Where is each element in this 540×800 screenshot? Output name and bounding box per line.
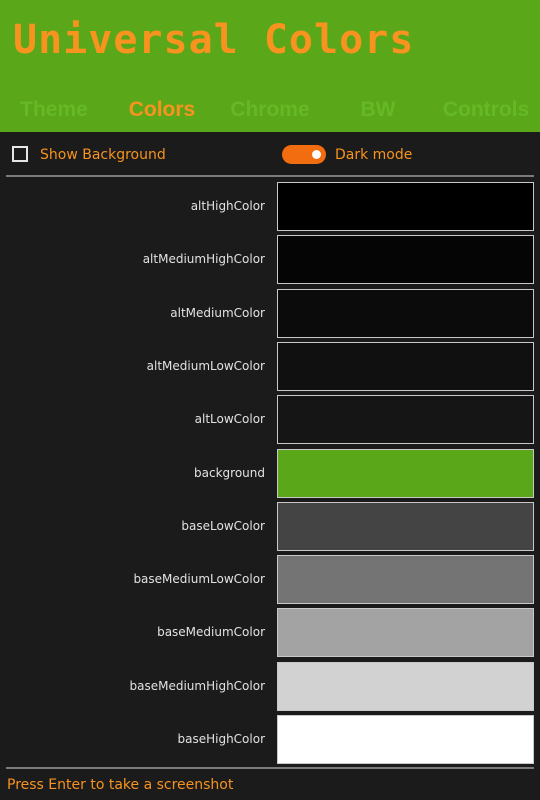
- dark-mode-label[interactable]: Dark mode: [335, 144, 412, 166]
- color-row: baseMediumColor: [0, 608, 540, 657]
- color-name-label: baseMediumHighColor: [129, 679, 266, 693]
- tab-colors[interactable]: Colors: [112, 94, 212, 126]
- color-swatch[interactable]: [277, 235, 534, 284]
- color-row: baseHighColor: [0, 715, 540, 764]
- color-row: altLowColor: [0, 395, 540, 444]
- tab-controls[interactable]: Controls: [436, 94, 536, 126]
- dark-mode-toggle[interactable]: [282, 145, 326, 164]
- color-row: altMediumHighColor: [0, 235, 540, 284]
- color-name-label: background: [194, 466, 265, 480]
- color-swatch[interactable]: [277, 608, 534, 657]
- color-row: baseMediumHighColor: [0, 662, 540, 711]
- color-row: altHighColor: [0, 182, 540, 231]
- show-background-checkbox[interactable]: [12, 146, 28, 162]
- color-name-label: baseMediumColor: [157, 625, 265, 639]
- color-name-label: altHighColor: [190, 199, 265, 213]
- app-header: Universal Colors Theme Colors Chrome BW …: [0, 0, 540, 132]
- color-swatch[interactable]: [277, 449, 534, 498]
- color-name-label: baseMediumLowColor: [133, 572, 265, 586]
- color-row: background: [0, 449, 540, 498]
- color-name-label: altMediumHighColor: [142, 252, 265, 266]
- color-row: baseMediumLowColor: [0, 555, 540, 604]
- tab-bw[interactable]: BW: [328, 94, 428, 126]
- tab-bar: Theme Colors Chrome BW Controls: [0, 94, 540, 126]
- color-name-label: baseLowColor: [181, 519, 265, 533]
- toggle-knob: [312, 150, 321, 159]
- color-name-label: baseHighColor: [177, 732, 265, 746]
- color-swatch[interactable]: [277, 182, 534, 231]
- color-row: baseLowColor: [0, 502, 540, 551]
- tab-theme[interactable]: Theme: [4, 94, 104, 126]
- color-swatch[interactable]: [277, 555, 534, 604]
- color-swatch[interactable]: [277, 395, 534, 444]
- color-swatch[interactable]: [277, 662, 534, 711]
- color-row: altMediumColor: [0, 289, 540, 338]
- color-swatch[interactable]: [277, 715, 534, 764]
- show-background-label[interactable]: Show Background: [40, 144, 166, 166]
- bottom-divider: [6, 767, 534, 769]
- top-divider: [6, 175, 534, 177]
- color-name-label: altLowColor: [194, 412, 265, 426]
- color-name-label: altMediumColor: [170, 306, 265, 320]
- color-row: altMediumLowColor: [0, 342, 540, 391]
- status-text: Press Enter to take a screenshot: [7, 777, 234, 793]
- color-name-label: altMediumLowColor: [146, 359, 265, 373]
- color-swatch[interactable]: [277, 289, 534, 338]
- color-swatch[interactable]: [277, 502, 534, 551]
- tab-chrome[interactable]: Chrome: [220, 94, 320, 126]
- color-swatch[interactable]: [277, 342, 534, 391]
- app-title: Universal Colors: [13, 17, 415, 63]
